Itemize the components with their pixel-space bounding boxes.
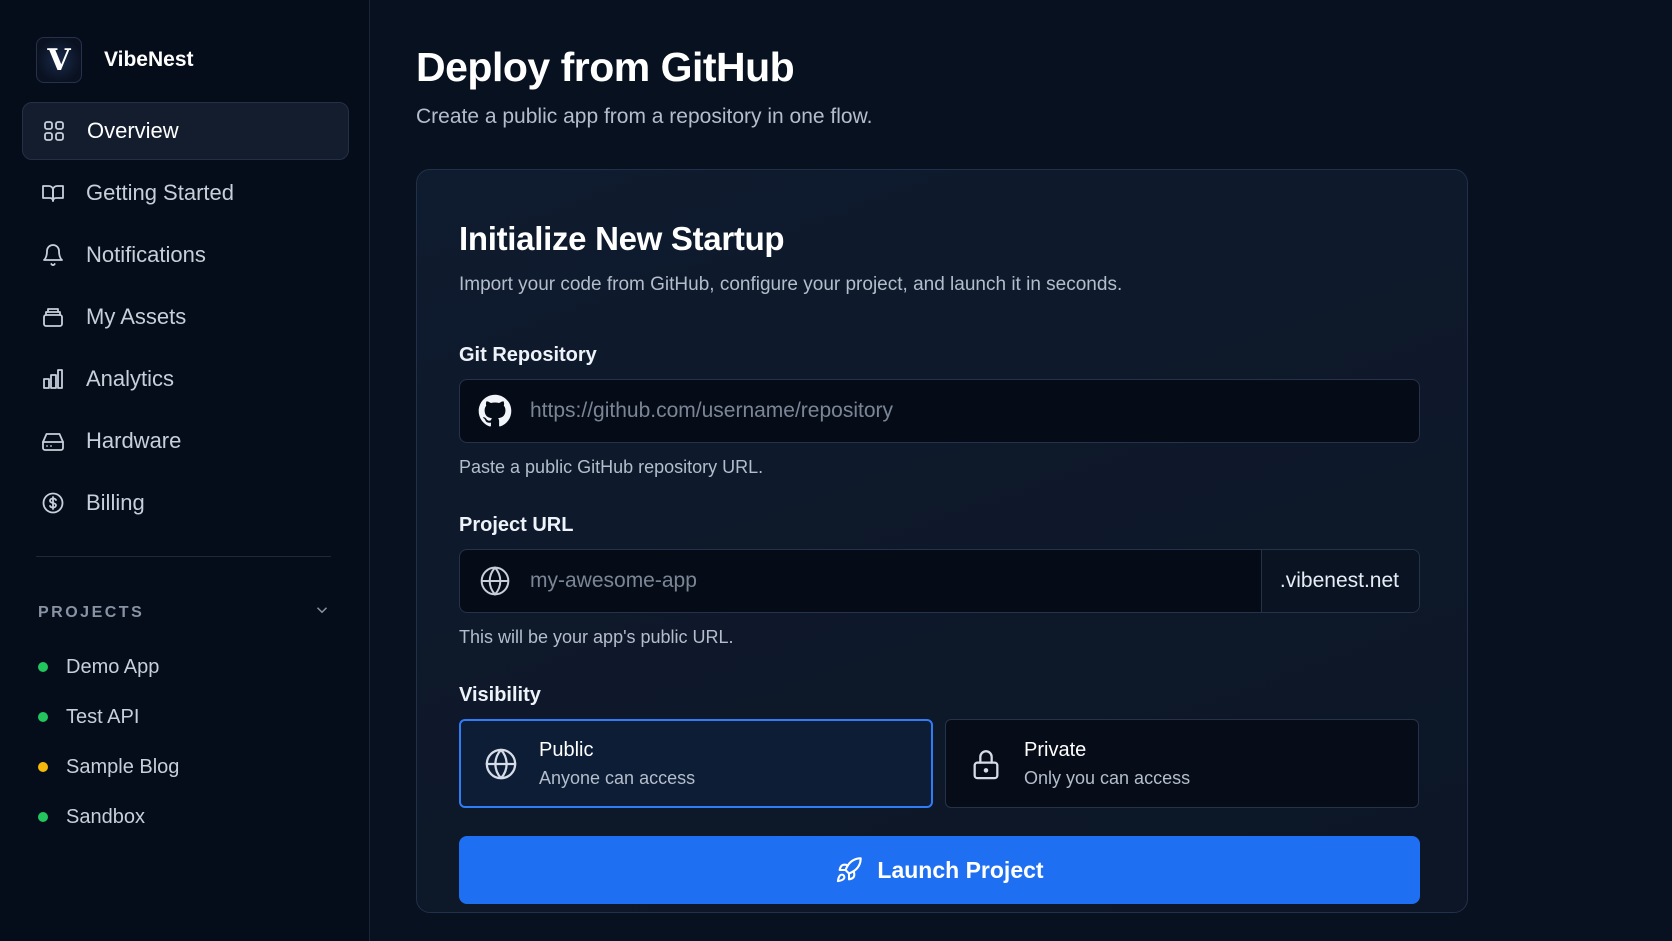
brand-name: VibeNest [104,48,194,71]
sidebar-item-analytics[interactable]: Analytics [22,350,349,408]
project-url-label: Project URL [459,514,574,536]
status-dot [38,662,48,672]
card-subtitle: Import your code from GitHub, configure … [459,274,1123,295]
project-item-sample-blog[interactable]: Sample Blog [22,742,349,792]
sidebar-item-my-assets[interactable]: My Assets [22,288,349,346]
visibility-option-description: Only you can access [1024,767,1191,788]
launch-project-label: Launch Project [877,856,1044,883]
project-list: Demo App Test API Sample Blog Sandbox [22,642,349,842]
sidebar-item-billing[interactable]: Billing [22,474,349,532]
project-name: Sample Blog [66,755,180,778]
sidebar-item-label: My Assets [86,304,187,329]
project-name: Test API [66,705,140,728]
visibility-option-public[interactable]: Public Anyone can access [459,719,933,808]
project-url-input[interactable] [530,550,1261,612]
book-icon [40,180,66,206]
sidebar-item-label: Notifications [86,242,206,267]
git-repository-helper: Paste a public GitHub repository URL. [459,457,764,477]
sidebar-divider [36,556,331,557]
status-dot [38,812,48,822]
project-url-input-wrap[interactable]: .vibenest.net [459,549,1420,613]
deploy-card: Initialize New Startup Import your code … [416,169,1468,913]
page-subtitle: Create a public app from a repository in… [416,105,873,128]
sidebar-item-label: Getting Started [86,180,234,205]
sidebar-item-label: Overview [87,118,179,143]
github-icon [460,394,530,428]
project-url-helper: This will be your app's public URL. [459,627,734,647]
git-repository-label: Git Repository [459,344,597,366]
visibility-option-text: Public Anyone can access [539,739,695,789]
visibility-option-private[interactable]: Private Only you can access [945,719,1419,808]
brand[interactable]: V VibeNest [22,32,349,88]
visibility-label: Visibility [459,684,541,706]
bar-chart-icon [40,366,66,392]
visibility-field: Visibility Public Anyone can access Priv… [459,684,1425,808]
app-window: V VibeNest Overview Getting Started Noti… [0,0,1672,941]
brand-logo: V [36,37,82,83]
visibility-options: Public Anyone can access Private Only yo… [459,719,1425,808]
sidebar-item-notifications[interactable]: Notifications [22,226,349,284]
git-repository-input[interactable] [530,380,1419,442]
git-repository-field: Git Repository Paste a public GitHub rep… [459,344,1425,478]
project-item-test-api[interactable]: Test API [22,692,349,742]
visibility-option-title: Public [539,738,594,761]
globe-icon [460,565,530,597]
rocket-icon [837,857,863,883]
project-item-sandbox[interactable]: Sandbox [22,792,349,842]
sidebar-item-label: Billing [86,490,145,515]
sidebar-item-hardware[interactable]: Hardware [22,412,349,470]
status-dot [38,712,48,722]
project-url-field: Project URL .vibenest.net This will be y… [459,514,1425,648]
sidebar-item-label: Hardware [86,428,182,453]
sidebar-item-label: Analytics [86,366,175,391]
launch-project-button[interactable]: Launch Project [459,836,1420,904]
status-dot [38,762,48,772]
grid-icon [41,118,67,144]
dollar-circle-icon [40,490,66,516]
chevron-down-icon[interactable] [313,601,331,624]
main-content: Deploy from GitHub Create a public app f… [370,0,1672,941]
visibility-option-text: Private Only you can access [1024,739,1190,789]
sidebar-item-getting-started[interactable]: Getting Started [22,164,349,222]
bell-icon [40,242,66,268]
sidebar-nav: Overview Getting Started Notifications M… [22,102,349,532]
projects-header[interactable]: PROJECTS [38,601,331,624]
stack-icon [40,304,66,330]
card-title: Initialize New Startup [459,220,785,257]
lock-icon [968,746,1004,782]
page-title: Deploy from GitHub [416,44,795,90]
globe-icon [483,746,519,782]
visibility-option-description: Anyone can access [539,767,696,788]
projects-heading: PROJECTS [38,603,145,621]
visibility-option-title: Private [1024,738,1087,761]
sidebar-item-overview[interactable]: Overview [22,102,349,160]
domain-suffix: .vibenest.net [1260,550,1419,612]
git-repository-input-wrap[interactable] [459,379,1420,443]
sidebar: V VibeNest Overview Getting Started Noti… [0,0,370,941]
project-item-demo-app[interactable]: Demo App [22,642,349,692]
hard-drive-icon [40,428,66,454]
project-name: Sandbox [66,805,145,828]
project-name: Demo App [66,655,160,678]
